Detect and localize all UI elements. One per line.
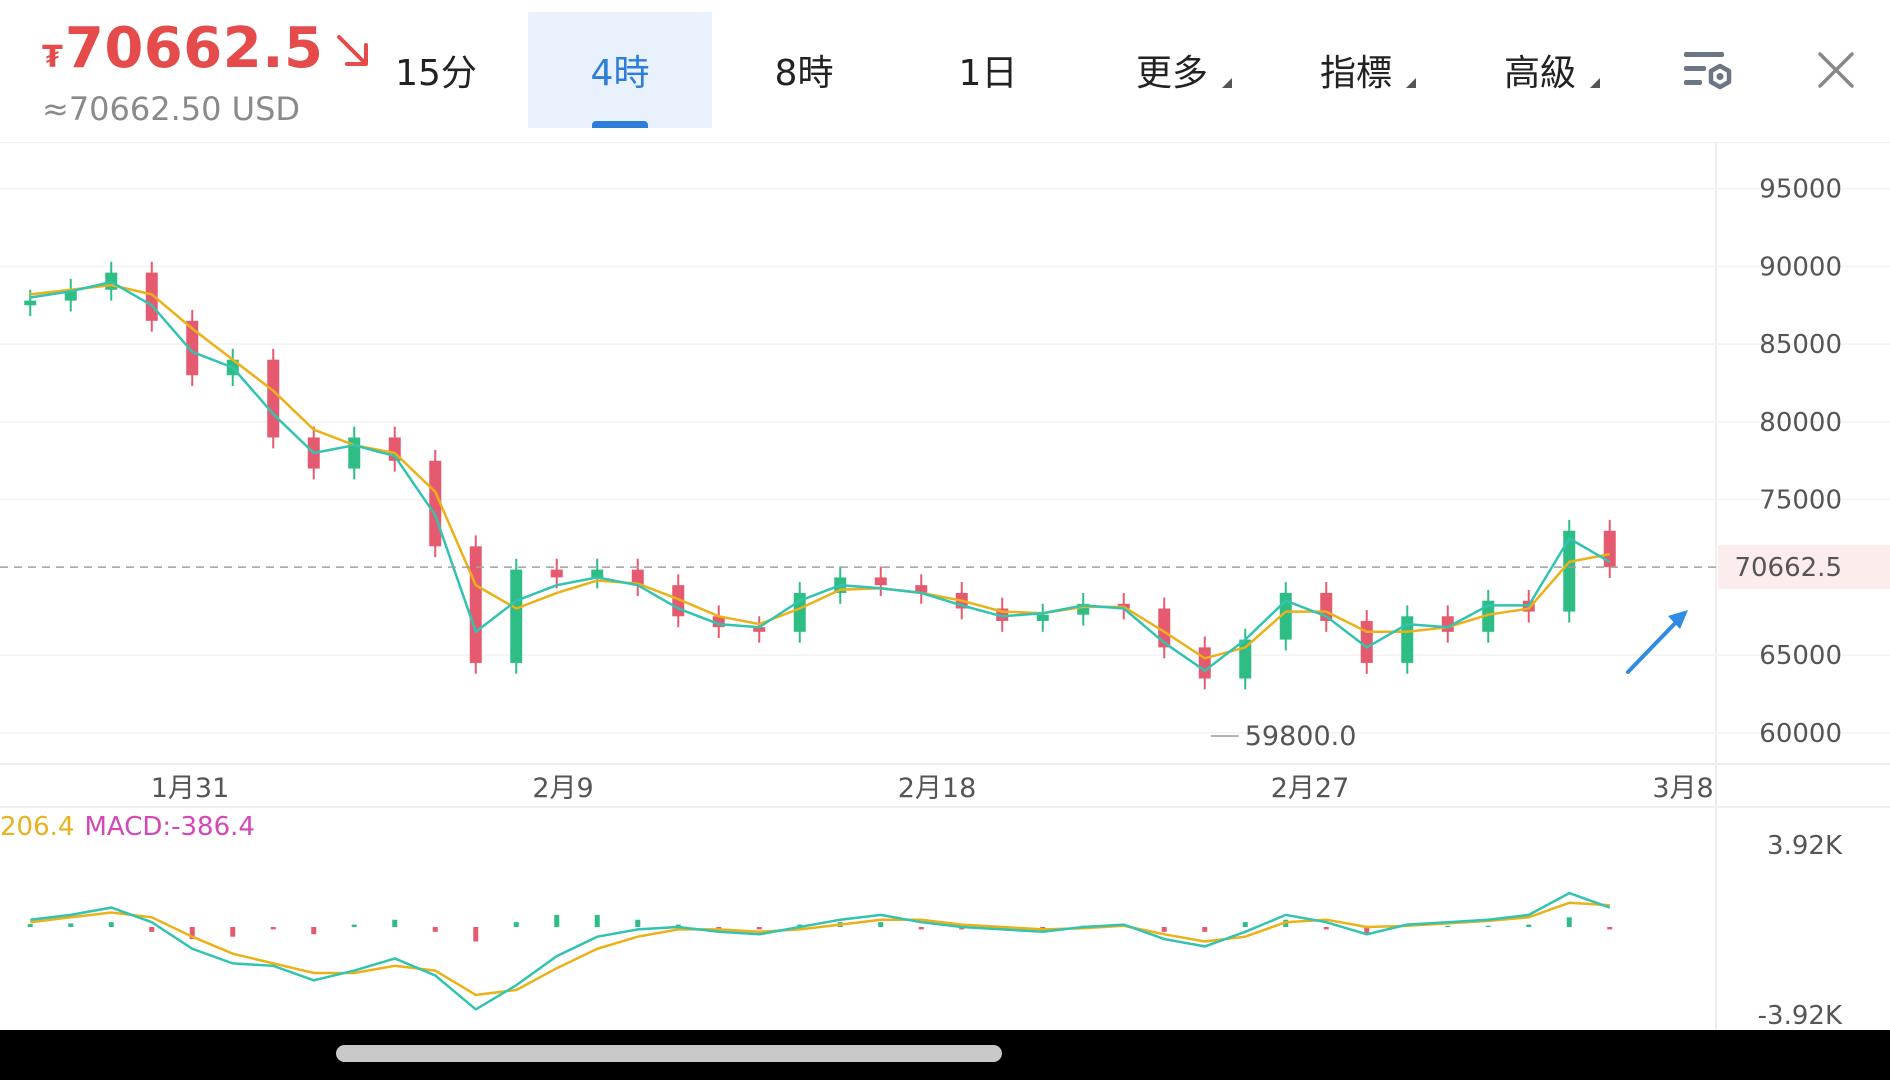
close-icon[interactable] [1812,46,1860,94]
tab-8h[interactable]: 8時 [712,12,896,128]
y-tick-label: 65000 [1759,641,1842,671]
tab-1d[interactable]: 1日 [896,12,1080,128]
candlestick-chart[interactable]: 95000 90000 85000 80000 75000 65000 60000 1月31… [0,142,1890,1030]
macd-legend: 206.4 MACD:-386.4 [0,812,255,842]
last-price: ₮ 70662.5 [42,16,373,81]
tab-label: 高級 [1503,53,1576,94]
ma-slow-line [30,283,1611,660]
candle-body [550,569,563,578]
tab-4h[interactable]: 4時 [528,12,712,128]
dropdown-corner-icon [1222,78,1232,88]
currency-symbol: ₮ [42,40,63,75]
usd-equivalent: ≈70662.50 USD [42,90,301,128]
dropdown-corner-icon [1406,78,1416,88]
candle-body [348,437,361,469]
y-tick-label: 75000 [1759,486,1842,516]
chart-settings-icon[interactable] [1680,44,1736,96]
macd-value: MACD:-386.4 [84,812,255,842]
candle-body [1563,530,1576,612]
candles [24,261,1616,690]
candle-body [267,359,280,438]
x-axis: 1月31 2月9 2月18 2月27 3月8 [151,773,1714,804]
timeframe-tabs: 15分 4時 8時 1日 更多 指標 高級 [344,12,1632,128]
tab-label: 指標 [1319,53,1392,94]
x-tick-label: 3月8 [1652,773,1713,804]
macd-tick-label: 3.92K [1767,831,1843,861]
candle-body [1360,620,1373,663]
ma-fast-line [30,280,1611,673]
tab-label: 8時 [774,53,834,94]
y-axis: 95000 90000 85000 80000 75000 65000 60000 [1759,175,1842,749]
moving-averages [30,280,1611,673]
macd-axis: 3.92K -3.92K [1758,831,1843,1030]
tab-label: 更多 [1135,53,1208,94]
chart-header: ₮ 70662.5 ≈70662.50 USD 15分 4時 8時 1日 更多 … [0,0,1890,143]
chart-grid [0,142,1890,1030]
candle-body [1198,647,1211,679]
tab-label: 1日 [958,53,1018,94]
tab-label: 15分 [395,53,477,94]
last-price-value: 70662.5 [64,16,324,81]
candle-body [510,569,523,663]
tab-advanced[interactable]: 高級 [1448,12,1632,128]
macd-dea-line [30,901,1610,997]
y-tick-label: 85000 [1759,330,1842,360]
candle-body [1036,614,1049,621]
candle-body [24,300,37,306]
tab-15m[interactable]: 15分 [344,12,528,128]
home-indicator[interactable] [336,1045,1002,1062]
y-tick-label: 90000 [1759,252,1842,282]
current-price-line: 70662.5 59800.0 [0,545,1890,752]
macd-panel [27,891,1613,1011]
y-tick-label: 95000 [1759,175,1842,205]
macd-signal-value: 206.4 [0,812,75,842]
macd-tick-label: -3.92K [1758,1001,1843,1030]
candle-body [1239,639,1252,679]
y-tick-label: 80000 [1759,408,1842,438]
tab-indicators[interactable]: 指標 [1264,12,1448,128]
tab-more[interactable]: 更多 [1080,12,1264,128]
x-tick-label: 1月31 [151,773,230,804]
low-price-label: 59800.0 [1245,721,1357,752]
tab-label: 4時 [590,53,650,94]
macd-dif-line [30,891,1611,1011]
x-tick-label: 2月18 [898,773,977,804]
x-tick-label: 2月9 [532,773,593,804]
x-tick-label: 2月27 [1271,773,1350,804]
y-tick-label: 60000 [1759,719,1842,749]
current-price-tag: 70662.5 [1734,553,1842,583]
dropdown-corner-icon [1590,78,1600,88]
candle-body [469,546,482,663]
candle-body [874,577,887,586]
